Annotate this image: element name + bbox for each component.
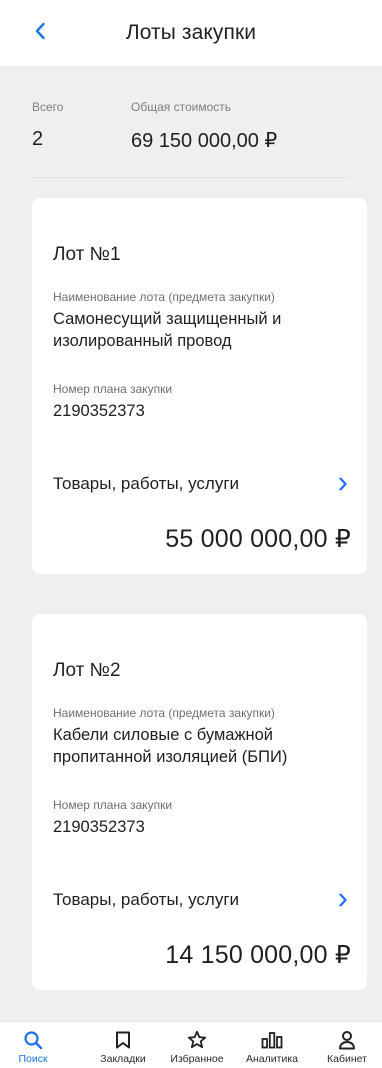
lot-name-label: Наименование лота (предмета закупки) [53, 290, 275, 304]
lot-price: 14 150 000,00 ₽ [165, 941, 351, 969]
total-label: Всего [32, 100, 64, 114]
search-icon [23, 1028, 43, 1052]
lot-name-value: Кабели силовые с бумажной пропитанной из… [53, 726, 288, 766]
bookmark-icon [115, 1028, 131, 1052]
lot-name-label: Наименование лота (предмета закупки) [53, 706, 275, 720]
total-count: Всего 2 [32, 100, 63, 151]
plan-number-value: 2190352373 [53, 818, 145, 836]
summary: Всего 2 Общая стоимость 69 150 000,00 ₽ [0, 66, 382, 186]
page-title: Лоты закупки [125, 21, 257, 44]
plan-number-value: 2190352373 [53, 402, 145, 420]
nav-label: Аналитика [246, 1053, 298, 1065]
nav-label: Кабинет [327, 1053, 367, 1065]
header: Лоты закупки [0, 0, 382, 66]
goods-label: Товары, работы, услуги [53, 474, 240, 493]
lot-card[interactable]: Лот №2 Наименование лота (предмета закуп… [32, 614, 367, 990]
goods-label: Товары, работы, услуги [53, 890, 240, 909]
lot-card[interactable]: Лот №1 Наименование лота (предмета закуп… [32, 198, 367, 574]
analytics-icon [261, 1028, 283, 1052]
cost-label: Общая стоимость [131, 100, 231, 114]
total-cost: Общая стоимость 69 150 000,00 ₽ [131, 100, 277, 153]
nav-item-bookmarks[interactable]: Закладки [90, 1022, 156, 1068]
divider [32, 177, 350, 178]
lot-price: 55 000 000,00 ₽ [165, 525, 351, 553]
nav-item-cabinet[interactable]: Кабинет [312, 1022, 382, 1068]
lot-title: Лот №2 [53, 660, 121, 681]
nav-item-search[interactable]: Поиск [0, 1022, 66, 1068]
nav-item-favorites[interactable]: Избранное [160, 1022, 234, 1068]
plan-number-label: Номер плана закупки [53, 382, 173, 396]
goods-link[interactable]: Товары, работы, услуги [53, 886, 351, 914]
total-value: 2 [32, 128, 44, 150]
plan-number-label: Номер плана закупки [53, 798, 173, 812]
nav-label: Поиск [18, 1053, 48, 1065]
lot-name-value: Самонесущий защищенный и изолированный п… [53, 310, 282, 350]
bottom-nav: Поиск Закладки Избранное Аналитика Кабин… [0, 1021, 382, 1068]
nav-label: Закладки [100, 1053, 146, 1065]
chevron-right-icon [335, 476, 351, 492]
lot-title: Лот №1 [53, 244, 121, 265]
nav-item-analytics[interactable]: Аналитика [234, 1022, 310, 1068]
nav-label: Избранное [170, 1053, 224, 1065]
chevron-left-icon [34, 22, 46, 45]
cost-value: 69 150 000,00 ₽ [131, 130, 278, 152]
screen: Лоты закупки Всего 2 Общая стоимость 69 … [0, 0, 382, 1068]
star-icon [187, 1028, 207, 1052]
user-icon [338, 1028, 356, 1052]
back-button[interactable] [28, 20, 52, 46]
goods-link[interactable]: Товары, работы, услуги [53, 470, 351, 498]
chevron-right-icon [335, 892, 351, 908]
